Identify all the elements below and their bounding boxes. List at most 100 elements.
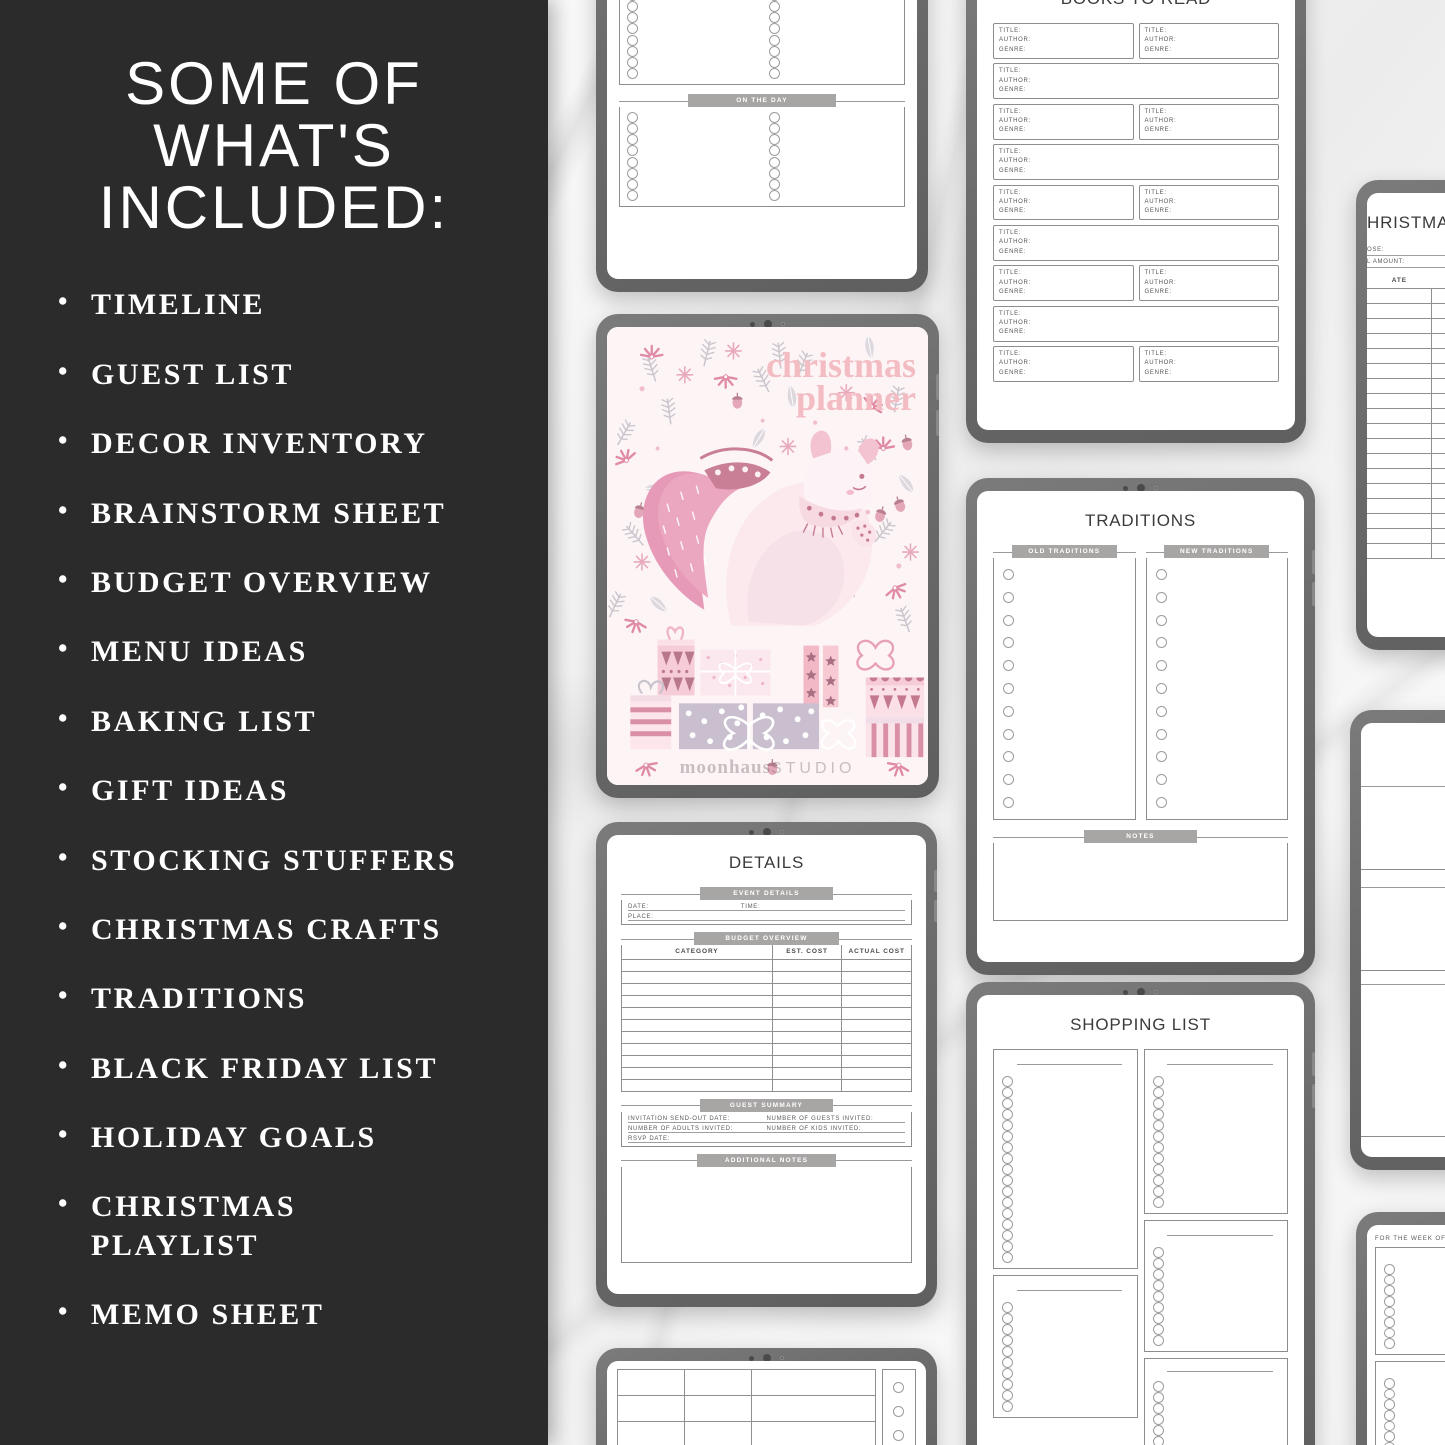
table-cell[interactable]	[771, 1018, 843, 1032]
checkbox-circle[interactable]	[627, 156, 638, 168]
field-invitation-date[interactable]: INVITATION SEND-OUT DATE:	[628, 1116, 767, 1122]
table-cell[interactable]	[1367, 527, 1433, 544]
table-cell[interactable]	[771, 1078, 843, 1092]
table-cell[interactable]	[841, 1006, 912, 1020]
table-row[interactable]	[1367, 377, 1445, 394]
field-rsvp-date[interactable]: RSVP DATE:	[628, 1133, 905, 1143]
checkbox-circle[interactable]	[627, 12, 638, 24]
book-entry[interactable]: TITLE: AUTHOR: GENRE:	[993, 305, 1279, 342]
table-cell[interactable]	[771, 970, 843, 984]
table-cell[interactable]	[771, 958, 843, 972]
checkbox-circle[interactable]	[1002, 1313, 1013, 1324]
table-row[interactable]	[1367, 287, 1445, 304]
table-row[interactable]	[616, 1395, 876, 1423]
checkbox-circle[interactable]	[1152, 1098, 1164, 1109]
checkbox-circle[interactable]	[1152, 1291, 1164, 1302]
checkbox-circle[interactable]	[1152, 1153, 1164, 1164]
checkbox-circle[interactable]	[893, 1381, 904, 1393]
checkbox-circle[interactable]	[1152, 1175, 1164, 1186]
checkbox-circle[interactable]	[1002, 1357, 1013, 1368]
weekly-day-box[interactable]: MONDAY	[1375, 1247, 1445, 1355]
checkbox-circle[interactable]	[1155, 705, 1167, 717]
table-row[interactable]	[1367, 392, 1445, 409]
checkbox-circle[interactable]	[1003, 568, 1014, 580]
checkbox-circle[interactable]	[769, 23, 780, 35]
checkbox-circle[interactable]	[769, 45, 780, 57]
table-cell[interactable]	[1431, 497, 1445, 514]
table-row[interactable]	[621, 970, 912, 984]
table-cell[interactable]	[621, 970, 773, 984]
field-guests-invited[interactable]: NUMBER OF GUESTS INVITED:	[767, 1116, 906, 1122]
checkbox-circle[interactable]	[1384, 1306, 1395, 1318]
checkbox-circle[interactable]	[1002, 1335, 1013, 1346]
checkbox-circle[interactable]	[1002, 1252, 1013, 1263]
shopping-box-1[interactable]	[993, 1049, 1138, 1269]
checkbox-circle[interactable]	[1002, 1142, 1013, 1153]
table-cell[interactable]	[621, 1018, 773, 1032]
tablet-cover[interactable]: christmas planner moonhausSTUDIO	[596, 314, 939, 798]
table-cell[interactable]	[1367, 392, 1433, 409]
checkbox-circle[interactable]	[1384, 1295, 1395, 1307]
table-cell[interactable]	[1367, 407, 1433, 424]
table-cell[interactable]	[1431, 512, 1445, 529]
checkbox-circle[interactable]	[1002, 1098, 1013, 1109]
checkbox-circle[interactable]	[1003, 660, 1014, 672]
checkbox-circle[interactable]	[1155, 591, 1167, 603]
weekly-day-box[interactable]: WEDNESDAY	[1375, 1361, 1445, 1445]
tablet-traditions[interactable]: TRADITIONS OLD TRADITIONS NEW TRADITIONS…	[966, 478, 1315, 975]
book-entry[interactable]: TITLE: AUTHOR: GENRE:	[993, 346, 1134, 383]
table-row[interactable]	[621, 1054, 912, 1068]
book-entry[interactable]: TITLE: AUTHOR: GENRE:	[1138, 346, 1279, 383]
tablet-details[interactable]: DETAILS EVENT DETAILS DATE: TIME: PLACE:…	[596, 822, 937, 1307]
table-row[interactable]	[616, 1368, 876, 1397]
field-place[interactable]: PLACE:	[628, 911, 905, 921]
checkbox-circle[interactable]	[1152, 1324, 1164, 1335]
table-cell[interactable]	[1367, 302, 1433, 319]
checkbox-circle[interactable]	[1155, 660, 1167, 672]
checkbox-circle[interactable]	[1002, 1109, 1013, 1120]
table-cell[interactable]	[1367, 332, 1433, 349]
table-row[interactable]	[1367, 302, 1445, 319]
volume-button-down[interactable]	[934, 900, 937, 922]
additional-notes-box[interactable]	[621, 1166, 912, 1263]
table-row[interactable]	[621, 1066, 912, 1080]
checkbox-circle[interactable]	[1155, 637, 1167, 649]
tablet-timeline[interactable]: 1 WEEK BEFORE ON THE DAY	[596, 0, 928, 292]
checkbox-circle[interactable]	[1002, 1219, 1013, 1230]
table-cell[interactable]	[621, 1066, 773, 1080]
checkbox-circle[interactable]	[1002, 1197, 1013, 1208]
shopping-box-5[interactable]	[1143, 1358, 1288, 1445]
checkbox-circle[interactable]	[1003, 797, 1014, 809]
checkbox-circle[interactable]	[1002, 1076, 1013, 1087]
checkbox-circle[interactable]	[1384, 1264, 1395, 1275]
tablet-christmas-savings[interactable]: HRISTMAS S OSE: L AMOUNT: ATEAMOUNT	[1356, 180, 1445, 650]
table-cell[interactable]	[751, 1368, 876, 1397]
table-cell[interactable]	[1367, 347, 1433, 364]
checkbox-circle[interactable]	[1152, 1120, 1164, 1131]
checkbox-circle[interactable]	[1152, 1076, 1164, 1087]
checkbox-circle[interactable]	[1152, 1392, 1164, 1403]
table-row[interactable]	[1367, 422, 1445, 439]
checkbox-circle[interactable]	[1152, 1131, 1164, 1142]
checkbox-circle[interactable]	[1152, 1425, 1164, 1436]
checkbox-circle[interactable]	[1003, 614, 1014, 626]
table-cell[interactable]	[1367, 482, 1433, 499]
checkbox-circle[interactable]	[1152, 1436, 1164, 1445]
checkbox-circle[interactable]	[1384, 1431, 1395, 1442]
savings-field-total[interactable]: L AMOUNT:	[1367, 256, 1445, 268]
checkbox-circle[interactable]	[769, 112, 780, 124]
book-entry[interactable]: TITLE: AUTHOR: GENRE:	[993, 265, 1134, 302]
checkbox-circle[interactable]	[1003, 751, 1014, 763]
table-cell[interactable]	[1367, 377, 1433, 394]
checkbox-circle[interactable]	[1002, 1324, 1013, 1335]
table-cell[interactable]	[1431, 407, 1445, 424]
table-cell[interactable]	[621, 982, 773, 996]
bottom-checklist[interactable]	[882, 1369, 916, 1445]
table-row[interactable]	[1367, 512, 1445, 529]
table-cell[interactable]	[1367, 437, 1433, 454]
book-entry[interactable]: TITLE: AUTHOR: GENRE:	[993, 144, 1279, 181]
checkbox-circle[interactable]	[1152, 1186, 1164, 1197]
table-cell[interactable]	[1431, 287, 1445, 304]
checkbox-circle[interactable]	[1152, 1269, 1164, 1280]
book-entry[interactable]: TITLE: AUTHOR: GENRE:	[1138, 23, 1279, 59]
